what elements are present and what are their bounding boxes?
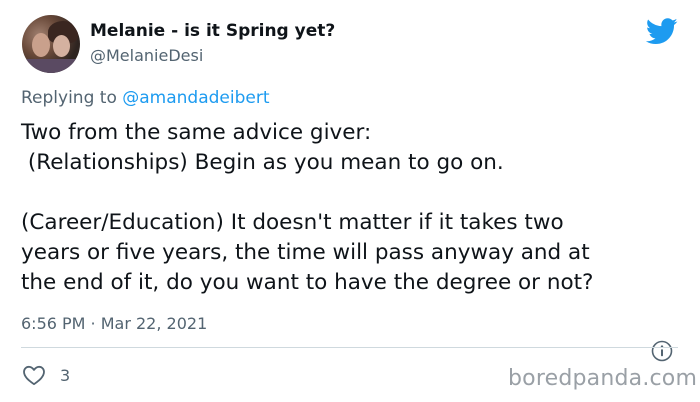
avatar-face-right	[53, 35, 70, 57]
tweet-line: Two from the same advice giver:	[21, 120, 372, 145]
like-count: 3	[60, 366, 71, 385]
tweet-line: years or five years, the time will pass …	[21, 240, 590, 265]
reply-mention-link[interactable]: @amandadeibert	[122, 88, 269, 108]
tweet-line	[21, 178, 691, 208]
avatar-face-left	[32, 33, 50, 57]
heart-outline-icon[interactable]	[22, 364, 46, 386]
replying-to: Replying to @amandadeibert	[21, 88, 270, 108]
tweet-timestamp[interactable]: 6:56 PM · Mar 22, 2021	[21, 314, 207, 333]
tweet-text: Two from the same advice giver: (Relatio…	[21, 118, 691, 298]
watermark: boredpanda.com	[508, 366, 698, 391]
twitter-bird-icon[interactable]	[646, 18, 678, 45]
avatar-shirt	[22, 59, 80, 73]
avatar[interactable]	[22, 15, 80, 73]
author-display-name[interactable]: Melanie - is it Spring yet?	[90, 21, 335, 41]
divider	[21, 347, 678, 348]
info-icon[interactable]	[651, 340, 673, 362]
tweet-line: the end of it, do you want to have the d…	[21, 270, 594, 295]
author-handle[interactable]: @MelanieDesi	[90, 46, 203, 65]
tweet-line: (Relationships) Begin as you mean to go …	[21, 150, 504, 175]
replying-prefix: Replying to	[21, 88, 123, 108]
tweet-line: (Career/Education) It doesn't matter if …	[21, 210, 564, 235]
